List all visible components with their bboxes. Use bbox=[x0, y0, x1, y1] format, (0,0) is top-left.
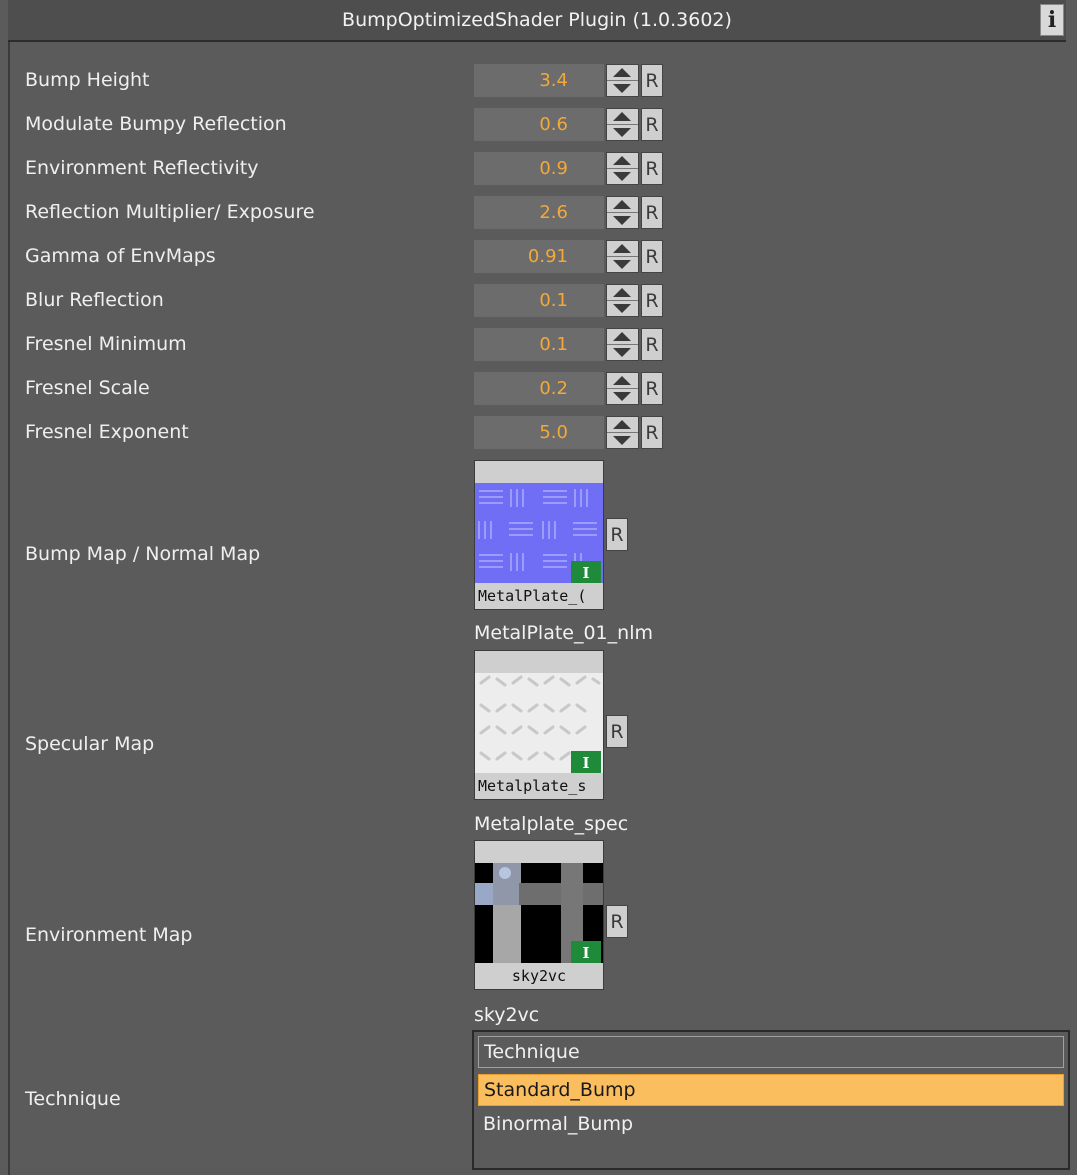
param-value-field[interactable]: 0.1 bbox=[474, 328, 604, 361]
param-label: Reflection Multiplier/ Exposure bbox=[25, 201, 315, 223]
specular-map-label: Specular Map bbox=[25, 733, 155, 755]
specular-map-name: Metalplate_spec bbox=[474, 813, 629, 835]
param-reset-button[interactable]: R bbox=[641, 108, 663, 141]
decrement-arrow-icon[interactable] bbox=[607, 389, 638, 404]
param-label: Bump Height bbox=[25, 69, 150, 91]
decrement-arrow-icon[interactable] bbox=[607, 345, 638, 360]
param-spinner[interactable] bbox=[606, 64, 639, 97]
image-badge-icon: I bbox=[571, 561, 601, 583]
increment-arrow-icon[interactable] bbox=[607, 197, 638, 213]
image-badge-icon: I bbox=[571, 751, 601, 773]
technique-option-standard-bump[interactable]: Standard_Bump bbox=[478, 1074, 1064, 1106]
specular-map-caption: Metalplate_s bbox=[475, 773, 603, 799]
decrement-arrow-icon[interactable] bbox=[607, 81, 638, 96]
param-reset-button[interactable]: R bbox=[641, 328, 663, 361]
param-spinner[interactable] bbox=[606, 416, 639, 449]
technique-list-header: Technique bbox=[478, 1036, 1064, 1068]
increment-arrow-icon[interactable] bbox=[607, 417, 638, 433]
param-spinner[interactable] bbox=[606, 284, 639, 317]
param-value-field[interactable]: 0.6 bbox=[474, 108, 604, 141]
bump-map-thumbnail[interactable]: I MetalPlate_( bbox=[474, 460, 604, 610]
param-label: Gamma of EnvMaps bbox=[25, 245, 216, 267]
plugin-title-bar: BumpOptimizedShader Plugin (1.0.3602) i bbox=[8, 0, 1066, 42]
cubemap-texture-icon: I bbox=[475, 863, 603, 963]
param-reset-button[interactable]: R bbox=[641, 64, 663, 97]
technique-label: Technique bbox=[25, 1088, 121, 1110]
increment-arrow-icon[interactable] bbox=[607, 329, 638, 345]
increment-arrow-icon[interactable] bbox=[607, 285, 638, 301]
environment-map-reset-button[interactable]: R bbox=[606, 905, 628, 938]
decrement-arrow-icon[interactable] bbox=[607, 125, 638, 140]
param-spinner[interactable] bbox=[606, 196, 639, 229]
param-reset-button[interactable]: R bbox=[641, 416, 663, 449]
param-value-field[interactable]: 0.9 bbox=[474, 152, 604, 185]
param-label: Blur Reflection bbox=[25, 289, 164, 311]
info-button[interactable]: i bbox=[1040, 4, 1064, 36]
param-spinner[interactable] bbox=[606, 328, 639, 361]
increment-arrow-icon[interactable] bbox=[607, 153, 638, 169]
decrement-arrow-icon[interactable] bbox=[607, 433, 638, 448]
param-label: Fresnel Scale bbox=[25, 377, 150, 399]
plugin-title: BumpOptimizedShader Plugin (1.0.3602) bbox=[342, 9, 732, 31]
increment-arrow-icon[interactable] bbox=[607, 241, 638, 257]
param-spinner[interactable] bbox=[606, 108, 639, 141]
param-label: Modulate Bumpy Reflection bbox=[25, 113, 287, 135]
increment-arrow-icon[interactable] bbox=[607, 109, 638, 125]
param-spinner[interactable] bbox=[606, 240, 639, 273]
decrement-arrow-icon[interactable] bbox=[607, 213, 638, 228]
param-reset-button[interactable]: R bbox=[641, 284, 663, 317]
decrement-arrow-icon[interactable] bbox=[607, 257, 638, 272]
param-value-field[interactable]: 2.6 bbox=[474, 196, 604, 229]
increment-arrow-icon[interactable] bbox=[607, 65, 638, 81]
technique-option-binormal-bump[interactable]: Binormal_Bump bbox=[478, 1108, 1064, 1140]
specular-map-texture-icon: I bbox=[475, 673, 603, 773]
bump-map-label: Bump Map / Normal Map bbox=[25, 543, 261, 565]
param-label: Environment Reflectivity bbox=[25, 157, 259, 179]
param-reset-button[interactable]: R bbox=[641, 152, 663, 185]
bump-map-reset-button[interactable]: R bbox=[606, 518, 628, 551]
bump-map-name: MetalPlate_01_nlm bbox=[474, 622, 653, 644]
environment-map-thumbnail[interactable]: I sky2vc bbox=[474, 840, 604, 990]
param-value-field[interactable]: 3.4 bbox=[474, 64, 604, 97]
decrement-arrow-icon[interactable] bbox=[607, 301, 638, 316]
param-value-field[interactable]: 0.1 bbox=[474, 284, 604, 317]
param-spinner[interactable] bbox=[606, 152, 639, 185]
bump-map-caption: MetalPlate_( bbox=[475, 583, 603, 609]
increment-arrow-icon[interactable] bbox=[607, 373, 638, 389]
technique-listbox[interactable]: Technique Standard_Bump Binormal_Bump bbox=[472, 1030, 1070, 1170]
param-reset-button[interactable]: R bbox=[641, 372, 663, 405]
param-label: Fresnel Exponent bbox=[25, 421, 189, 443]
normal-map-texture-icon: I bbox=[475, 483, 603, 583]
environment-map-label: Environment Map bbox=[25, 924, 193, 946]
specular-map-thumbnail[interactable]: I Metalplate_s bbox=[474, 650, 604, 800]
decrement-arrow-icon[interactable] bbox=[607, 169, 638, 184]
param-spinner[interactable] bbox=[606, 372, 639, 405]
environment-map-name: sky2vc bbox=[474, 1004, 540, 1026]
param-reset-button[interactable]: R bbox=[641, 196, 663, 229]
param-value-field[interactable]: 0.91 bbox=[474, 240, 604, 273]
environment-map-caption: sky2vc bbox=[475, 963, 603, 989]
param-value-field[interactable]: 0.2 bbox=[474, 372, 604, 405]
param-reset-button[interactable]: R bbox=[641, 240, 663, 273]
image-badge-icon: I bbox=[571, 941, 601, 963]
specular-map-reset-button[interactable]: R bbox=[606, 715, 628, 748]
param-label: Fresnel Minimum bbox=[25, 333, 187, 355]
param-value-field[interactable]: 5.0 bbox=[474, 416, 604, 449]
